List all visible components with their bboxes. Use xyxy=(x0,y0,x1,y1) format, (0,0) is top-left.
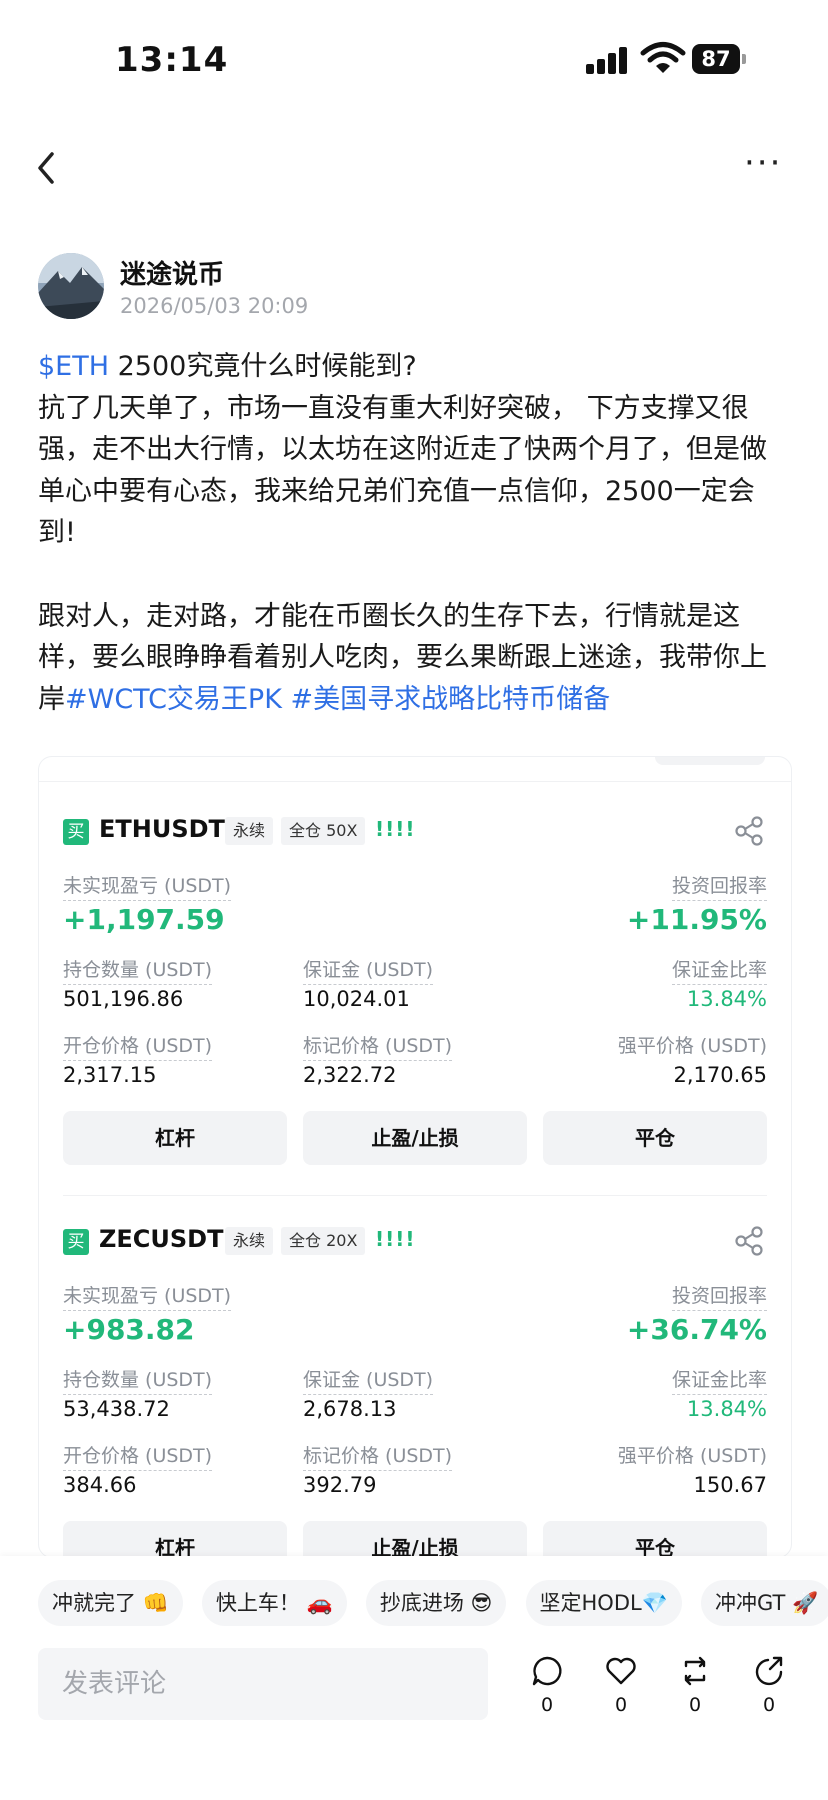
avatar[interactable] xyxy=(38,253,104,319)
comment-count: 0 xyxy=(540,1694,554,1716)
size-value: 53,438.72 xyxy=(63,1397,170,1421)
contract-type-tag: 永续 xyxy=(225,817,274,845)
margin-value: 10,024.01 xyxy=(303,987,410,1011)
comment-action[interactable]: 0 xyxy=(524,1654,570,1716)
positions-card: 买 ETHUSDT 永续 全仓 50X !!!! 未实现盈亏 (USDT) 投资… xyxy=(38,756,792,1558)
post-body: $ETH 2500究竟什么时候能到? 抗了几天单了，市场一直没有重大利好突破， … xyxy=(38,346,790,720)
share-arrow-icon xyxy=(755,1656,783,1686)
pnl-label: 未实现盈亏 (USDT) xyxy=(63,1281,232,1311)
entry-price-value: 384.66 xyxy=(63,1473,137,1497)
tpsl-button[interactable]: 止盈/止损 xyxy=(303,1521,527,1557)
entry-price-value: 2,317.15 xyxy=(63,1063,157,1087)
buy-badge: 买 xyxy=(63,1229,89,1255)
margin-label: 保证金 (USDT) xyxy=(303,955,434,985)
margin-mode-tag: 全仓 50X xyxy=(281,817,366,845)
repost-icon xyxy=(684,1656,706,1686)
size-label: 持仓数量 (USDT) xyxy=(63,1365,213,1395)
liq-price-value: 150.67 xyxy=(693,1473,767,1497)
position-symbol[interactable]: ZECUSDT xyxy=(99,1225,223,1253)
like-action[interactable]: 0 xyxy=(598,1654,644,1716)
entry-price-label: 开仓价格 (USDT) xyxy=(63,1441,213,1471)
margin-ratio-label: 保证金比率 xyxy=(671,955,767,985)
contract-type-tag: 永续 xyxy=(225,1227,274,1255)
entry-price-label: 开仓价格 (USDT) xyxy=(63,1031,213,1061)
quick-reply-chip[interactable]: 冲就完了 👊 xyxy=(38,1580,183,1626)
comment-bar: 冲就完了 👊 快上车！ 🚗 抄底进场 😎 坚定HODL💎 冲冲GT 🚀 发表评论… xyxy=(0,1556,828,1800)
ticker-link[interactable]: $ETH xyxy=(38,351,109,382)
roi-value: +11.95% xyxy=(626,903,767,936)
size-value: 501,196.86 xyxy=(63,987,184,1011)
adl-indicator: !!!! xyxy=(375,817,416,841)
close-position-button[interactable]: 平仓 xyxy=(543,1111,767,1165)
adl-indicator: !!!! xyxy=(375,1227,416,1251)
share-icon[interactable] xyxy=(733,1225,765,1257)
quick-reply-chip[interactable]: 冲冲GT 🚀 xyxy=(700,1580,828,1626)
pnl-label: 未实现盈亏 (USDT) xyxy=(63,871,232,901)
margin-label: 保证金 (USDT) xyxy=(303,1365,434,1395)
hashtag-link[interactable]: #美国寻求战略比特币储备 xyxy=(291,684,611,715)
status-bar: 13:14 87 xyxy=(0,0,828,110)
hashtag-link[interactable]: #WCTC交易王PK xyxy=(65,684,282,715)
pnl-value: +1,197.59 xyxy=(63,903,225,936)
mark-price-value: 2,322.72 xyxy=(303,1063,397,1087)
liq-price-label: 强平价格 (USDT) xyxy=(617,1445,767,1467)
battery-icon: 87 xyxy=(692,44,746,74)
leverage-button[interactable]: 杠杆 xyxy=(63,1521,287,1557)
heart-icon xyxy=(606,1657,636,1685)
quick-reply-chip[interactable]: 快上车！ 🚗 xyxy=(201,1580,347,1626)
share-icon[interactable] xyxy=(733,815,765,847)
margin-mode-tag: 全仓 20X xyxy=(281,1227,366,1255)
margin-value: 2,678.13 xyxy=(303,1397,397,1421)
post-date: 2026/05/03 20:09 xyxy=(120,294,309,318)
back-icon[interactable] xyxy=(32,148,62,188)
repost-count: 0 xyxy=(688,1694,702,1716)
share-action[interactable]: 0 xyxy=(746,1654,792,1716)
roi-value: +36.74% xyxy=(626,1313,767,1346)
more-icon[interactable]: ··· xyxy=(744,146,794,180)
quick-reply-chip[interactable]: 坚定HODL💎 xyxy=(525,1580,682,1626)
roi-label: 投资回报率 xyxy=(671,1281,767,1311)
margin-ratio-label: 保证金比率 xyxy=(671,1365,767,1395)
comment-input[interactable]: 发表评论 xyxy=(38,1648,488,1720)
share-count: 0 xyxy=(762,1694,776,1716)
repost-action[interactable]: 0 xyxy=(672,1654,718,1716)
wifi-icon xyxy=(640,42,686,73)
author-name[interactable]: 迷途说币 xyxy=(120,254,224,291)
mark-price-label: 标记价格 (USDT) xyxy=(303,1031,453,1061)
margin-ratio-value: 13.84% xyxy=(686,1397,767,1421)
liq-price-label: 强平价格 (USDT) xyxy=(617,1035,767,1057)
quick-reply-chip[interactable]: 抄底进场 😎 xyxy=(365,1580,507,1626)
quick-reply-list: 冲就完了 👊 快上车！ 🚗 抄底进场 😎 坚定HODL💎 冲冲GT 🚀 xyxy=(38,1580,828,1628)
cellular-signal-icon xyxy=(586,46,630,74)
size-label: 持仓数量 (USDT) xyxy=(63,955,213,985)
leverage-button[interactable]: 杠杆 xyxy=(63,1111,287,1165)
position-item: 买 ZECUSDT 永续 全仓 20X !!!! 未实现盈亏 (USDT) 投资… xyxy=(39,1167,791,1557)
tpsl-button[interactable]: 止盈/止损 xyxy=(303,1111,527,1165)
battery-level: 87 xyxy=(692,44,740,74)
post-paragraph-1: 抗了几天单了，市场一直没有重大利好突破， 下方支撑又很强，走不出大行情，以太坊在… xyxy=(38,392,767,549)
mark-price-label: 标记价格 (USDT) xyxy=(303,1441,453,1471)
post-headline: 2500究竟什么时候能到? xyxy=(109,351,417,382)
position-symbol[interactable]: ETHUSDT xyxy=(99,815,225,843)
close-position-button[interactable]: 平仓 xyxy=(543,1521,767,1557)
pnl-value: +983.82 xyxy=(63,1313,195,1346)
margin-ratio-value: 13.84% xyxy=(686,987,767,1011)
position-item: 买 ETHUSDT 永续 全仓 50X !!!! 未实现盈亏 (USDT) 投资… xyxy=(39,757,791,1196)
comment-icon xyxy=(532,1656,562,1686)
buy-badge: 买 xyxy=(63,819,89,845)
mark-price-value: 392.79 xyxy=(303,1473,377,1497)
roi-label: 投资回报率 xyxy=(671,871,767,901)
liq-price-value: 2,170.65 xyxy=(673,1063,767,1087)
status-time: 13:14 xyxy=(115,40,229,80)
like-count: 0 xyxy=(614,1694,628,1716)
